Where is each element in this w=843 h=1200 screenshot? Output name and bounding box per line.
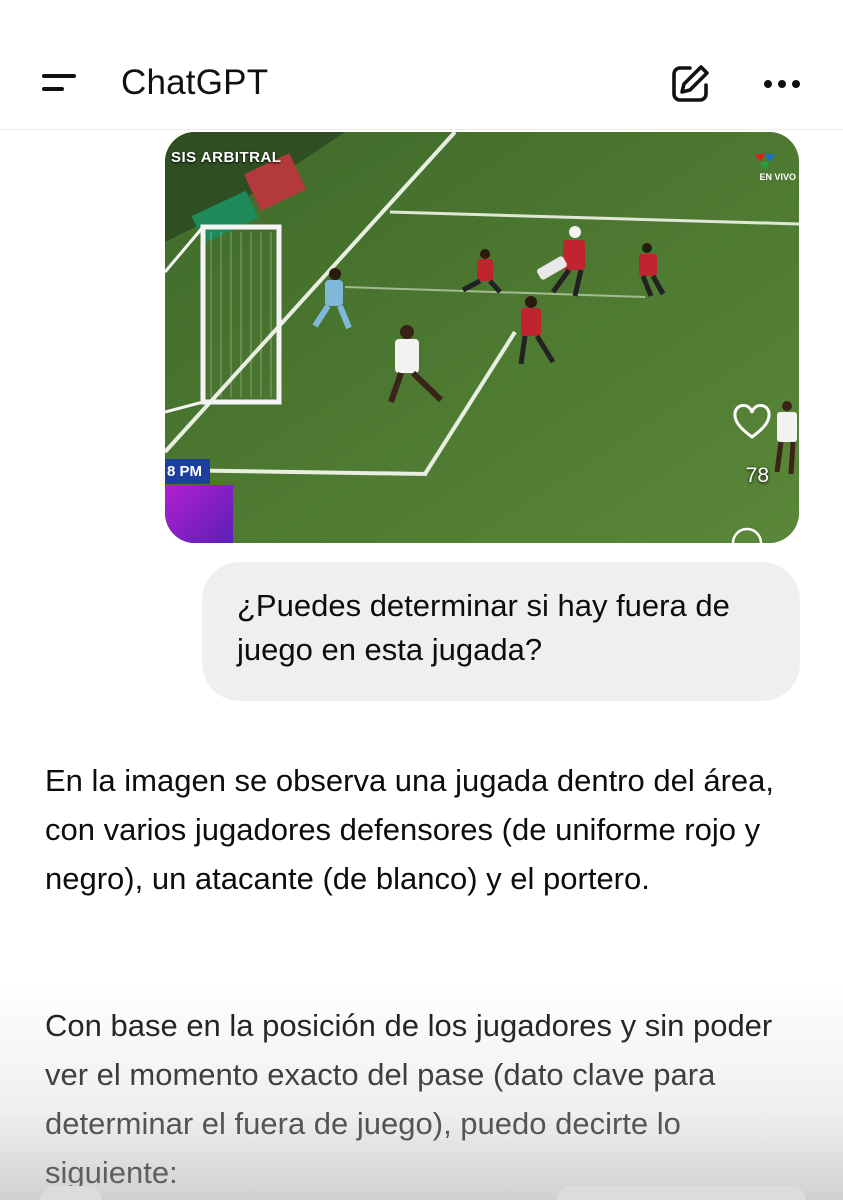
- time-label: 8 PM: [165, 459, 211, 484]
- menu-icon-line: [42, 74, 76, 78]
- scroll-button[interactable]: [40, 1186, 102, 1200]
- assistant-paragraph-1: En la imagen se observa una jugada dentr…: [45, 763, 774, 896]
- more-icon: [764, 80, 800, 88]
- user-message-bubble: ¿Puedes determinar si hay fuera de juego…: [202, 562, 800, 701]
- football-pitch-photo: [165, 132, 799, 543]
- app-title: ChatGPT: [121, 63, 269, 102]
- user-message-text: ¿Puedes determinar si hay fuera de juego…: [237, 588, 730, 667]
- live-label: EN VIVO: [759, 172, 796, 182]
- broadcast-label: SIS ARBITRAL: [171, 149, 282, 166]
- composer-button[interactable]: [556, 1186, 806, 1200]
- app-header: ChatGPT: [0, 0, 843, 130]
- channel-logo: [165, 485, 233, 543]
- menu-icon-line: [42, 87, 64, 91]
- heart-icon[interactable]: [732, 404, 772, 440]
- attached-image[interactable]: SIS ARBITRAL EN VIVO 8 PM 78: [165, 132, 799, 543]
- assistant-paragraph-2: Con base en la posición de los jugadores…: [45, 1008, 773, 1190]
- like-count: 78: [745, 464, 769, 487]
- menu-button[interactable]: [38, 66, 82, 102]
- new-chat-button[interactable]: [666, 60, 714, 108]
- more-options-button[interactable]: [758, 64, 810, 104]
- edit-icon: [672, 65, 709, 102]
